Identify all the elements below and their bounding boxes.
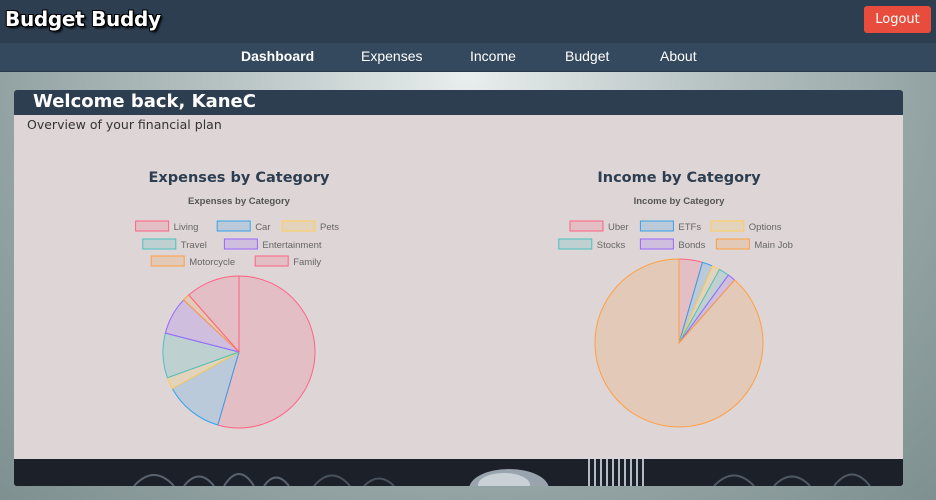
expenses-legend-label-entertainment: Entertainment [262,240,322,251]
dashboard-card: Welcome back, KaneC Overview of your fin… [14,90,903,486]
main-nav: Dashboard Expenses Income Budget About [0,43,936,72]
income-legend-swatch-bonds [639,238,674,250]
expenses-legend-label-family: Family [293,257,321,268]
brand-logo[interactable]: Budget Buddy [5,7,161,31]
expenses-chart-title: Expenses by Category [188,196,291,207]
income-legend-swatch-options [710,220,745,232]
expenses-legend-label-car: Car [255,222,270,233]
nav-item-about[interactable]: About [660,48,697,64]
income-legend-swatch-etfs [639,220,674,232]
expenses-legend-swatch-entertainment [223,238,258,250]
expenses-legend-label-pets: Pets [320,222,339,233]
expenses-legend-swatch-living [135,220,170,232]
income-legend-swatch-uber [569,220,604,232]
income-legend-label-stocks: Stocks [597,240,626,251]
expenses-legend-swatch-car [216,220,251,232]
nav-item-dashboard[interactable]: Dashboard [241,48,314,64]
income-legend-swatch-main-job [715,238,750,250]
expenses-legend-swatch-pets [281,220,316,232]
income-legend-label-uber: Uber [608,222,629,233]
nav-item-income[interactable]: Income [470,48,516,64]
income-pie-slice-main-job [594,258,764,428]
nav-item-budget[interactable]: Budget [565,48,609,64]
expenses-legend-swatch-travel [142,238,177,250]
income-legend-label-main-job: Main Job [754,240,793,251]
footer-banner-image [14,459,903,486]
expenses-legend-swatch-motorcycle [150,255,185,267]
income-chart-title: Income by Category [634,196,726,207]
expenses-legend-label-motorcycle: Motorcycle [189,257,235,268]
top-bar: Budget Buddy Logout [0,0,936,43]
income-legend-label-etfs: ETFs [678,222,701,233]
income-legend-swatch-stocks [558,238,593,250]
expenses-legend-label-travel: Travel [181,240,207,251]
expenses-legend-label-living: Living [174,222,199,233]
expenses-legend-swatch-family [254,255,289,267]
logout-button[interactable]: Logout [864,6,931,33]
nav-item-expenses[interactable]: Expenses [361,48,422,64]
charts-canvas: Expenses by Category Living Car Pets Travel E… [135,196,793,429]
income-legend-label-options: Options [749,222,782,233]
income-legend-label-bonds: Bonds [678,240,705,251]
